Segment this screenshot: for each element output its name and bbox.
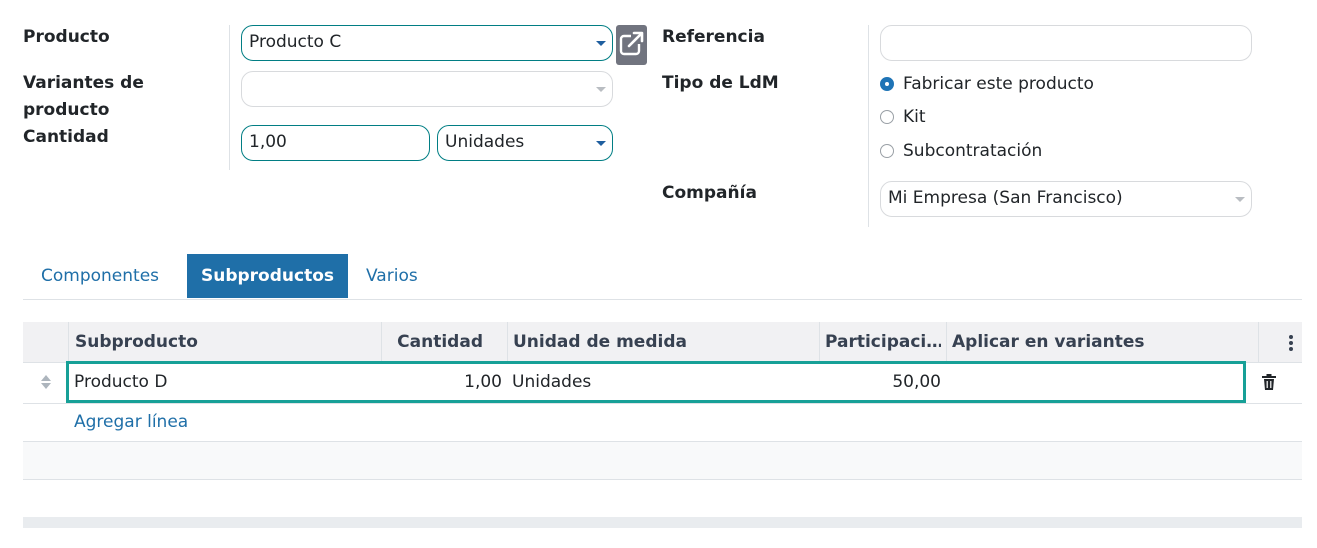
radio-selected-icon <box>880 77 894 91</box>
variantes-label-line2: producto <box>23 100 110 120</box>
compania-value: Mi Empresa (San Francisco) <box>888 188 1123 208</box>
cantidad-label: Cantidad <box>23 127 109 147</box>
compania-select[interactable]: Mi Empresa (San Francisco) <box>880 181 1252 217</box>
column-separator <box>1258 322 1259 362</box>
empty-row <box>23 442 1302 480</box>
radio-kit-label: Kit <box>903 107 926 127</box>
unidad-select[interactable]: Unidades <box>437 125 613 161</box>
column-separator <box>946 322 947 362</box>
column-separator <box>507 322 508 362</box>
table-header: Subproducto Cantidad Unidad de medida Pa… <box>23 322 1302 363</box>
variantes-label-line1: Variantes de <box>23 73 144 93</box>
trash-icon[interactable] <box>1262 374 1276 390</box>
external-link-button[interactable] <box>616 25 647 65</box>
tabs-underline <box>23 299 1302 300</box>
radio-kit[interactable]: Kit <box>880 104 926 130</box>
left-divider <box>229 25 230 170</box>
tipo-ldm-label: Tipo de LdM <box>662 73 779 93</box>
cantidad-input[interactable]: 1,00 <box>241 125 430 161</box>
right-divider <box>868 25 869 227</box>
radio-empty-icon <box>880 144 894 158</box>
header-unidad[interactable]: Unidad de medida <box>513 322 813 362</box>
radio-empty-icon <box>880 110 894 124</box>
radio-subcontratacion[interactable]: Subcontratación <box>880 138 1042 164</box>
producto-select[interactable]: Producto C <box>241 25 613 61</box>
header-participacion[interactable]: Participaci… <box>825 322 941 362</box>
add-line-row: Agregar línea <box>23 404 1302 442</box>
variantes-select[interactable] <box>241 71 613 107</box>
column-separator <box>68 322 69 362</box>
compania-label: Compañía <box>662 183 757 203</box>
radio-fabricar-label: Fabricar este producto <box>903 74 1094 94</box>
header-variantes[interactable]: Aplicar en variantes <box>952 322 1252 362</box>
tab-varios[interactable]: Varios <box>366 254 418 298</box>
tab-componentes[interactable]: Componentes <box>41 254 159 298</box>
chevron-down-icon <box>596 141 606 146</box>
chevron-down-icon <box>596 41 606 46</box>
column-separator <box>819 322 820 362</box>
kebab-menu-icon[interactable] <box>1289 335 1293 351</box>
row-highlight <box>66 361 1246 403</box>
radio-subcontratacion-label: Subcontratación <box>903 141 1043 161</box>
external-link-icon <box>619 31 644 56</box>
add-line-link[interactable]: Agregar línea <box>74 404 188 440</box>
radio-fabricar[interactable]: Fabricar este producto <box>880 71 1094 97</box>
chevron-down-icon <box>596 87 606 92</box>
header-subproducto[interactable]: Subproducto <box>75 322 375 362</box>
variantes-label: Variantes de producto <box>23 70 144 124</box>
table-footer-bar <box>23 517 1302 528</box>
producto-label: Producto <box>23 27 110 47</box>
header-cantidad[interactable]: Cantidad <box>382 322 483 362</box>
tab-subproductos[interactable]: Subproductos <box>187 254 348 298</box>
referencia-input[interactable] <box>880 25 1252 61</box>
chevron-down-icon <box>1235 197 1245 202</box>
unidad-value: Unidades <box>445 132 525 152</box>
producto-value: Producto C <box>249 32 342 52</box>
cantidad-value: 1,00 <box>249 132 287 152</box>
drag-handle-icon[interactable] <box>41 375 51 391</box>
referencia-label: Referencia <box>662 27 765 47</box>
